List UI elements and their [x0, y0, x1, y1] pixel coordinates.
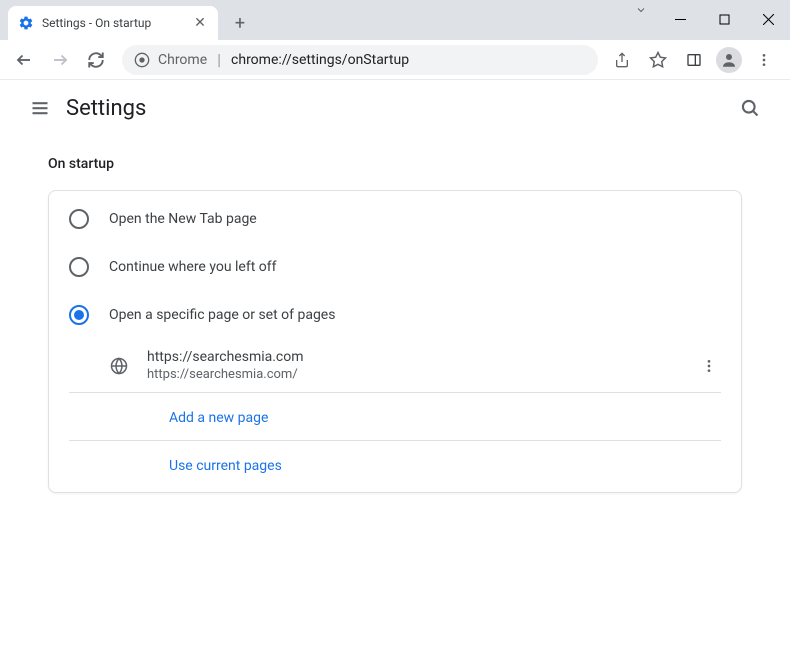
- radio-option-new-tab[interactable]: Open the New Tab page: [49, 195, 741, 243]
- use-current-label: Use current pages: [169, 458, 282, 474]
- chrome-icon: [134, 52, 150, 68]
- browser-toolbar: Chrome | chrome://settings/onStartup: [0, 40, 790, 80]
- search-icon[interactable]: [730, 88, 770, 128]
- section-label: On startup: [48, 156, 742, 172]
- share-icon[interactable]: [608, 46, 636, 74]
- radio-label: Open the New Tab page: [109, 211, 257, 227]
- window-titlebar: Settings - On startup ✕ +: [0, 0, 790, 40]
- radio-option-specific-pages[interactable]: Open a specific page or set of pages: [49, 291, 741, 339]
- startup-card: Open the New Tab page Continue where you…: [48, 190, 742, 493]
- address-bar[interactable]: Chrome | chrome://settings/onStartup: [122, 45, 598, 75]
- chevron-down-icon[interactable]: [624, 4, 658, 16]
- page-title: Settings: [66, 96, 146, 121]
- tab-title: Settings - On startup: [42, 16, 192, 30]
- startup-page-entry: https://searchesmia.com https://searches…: [69, 339, 721, 393]
- forward-button[interactable]: [44, 44, 76, 76]
- gear-icon: [18, 15, 34, 31]
- window-controls: [624, 0, 790, 40]
- page-entry-menu-icon[interactable]: [697, 354, 721, 378]
- radio-label: Continue where you left off: [109, 259, 277, 275]
- page-entry-title: https://searchesmia.com: [147, 349, 697, 365]
- separator: |: [217, 50, 221, 69]
- kebab-menu-icon[interactable]: [750, 46, 778, 74]
- radio-icon: [69, 257, 89, 277]
- radio-option-continue[interactable]: Continue where you left off: [49, 243, 741, 291]
- close-icon[interactable]: ✕: [192, 15, 208, 31]
- new-tab-button[interactable]: +: [226, 9, 254, 37]
- hamburger-menu-icon[interactable]: [20, 88, 60, 128]
- use-current-pages-button[interactable]: Use current pages: [69, 441, 721, 488]
- globe-icon: [109, 357, 129, 375]
- settings-header: Settings: [0, 80, 790, 136]
- browser-tab[interactable]: Settings - On startup ✕: [8, 6, 218, 40]
- reload-button[interactable]: [80, 44, 112, 76]
- page-entry-url: https://searchesmia.com/: [147, 367, 697, 382]
- add-page-button[interactable]: Add a new page: [69, 393, 721, 441]
- radio-label: Open a specific page or set of pages: [109, 307, 335, 323]
- profile-avatar[interactable]: [716, 47, 742, 73]
- minimize-button[interactable]: [658, 4, 702, 34]
- page-info: https://searchesmia.com https://searches…: [147, 349, 697, 382]
- radio-icon: [69, 305, 89, 325]
- add-page-label: Add a new page: [169, 410, 268, 426]
- sidepanel-icon[interactable]: [680, 46, 708, 74]
- bookmark-icon[interactable]: [644, 46, 672, 74]
- window-close-button[interactable]: [746, 4, 790, 34]
- maximize-button[interactable]: [702, 4, 746, 34]
- origin-label: Chrome: [158, 52, 207, 68]
- url-text: chrome://settings/onStartup: [231, 52, 409, 68]
- settings-content: On startup Open the New Tab page Continu…: [0, 136, 790, 513]
- radio-icon: [69, 209, 89, 229]
- back-button[interactable]: [8, 44, 40, 76]
